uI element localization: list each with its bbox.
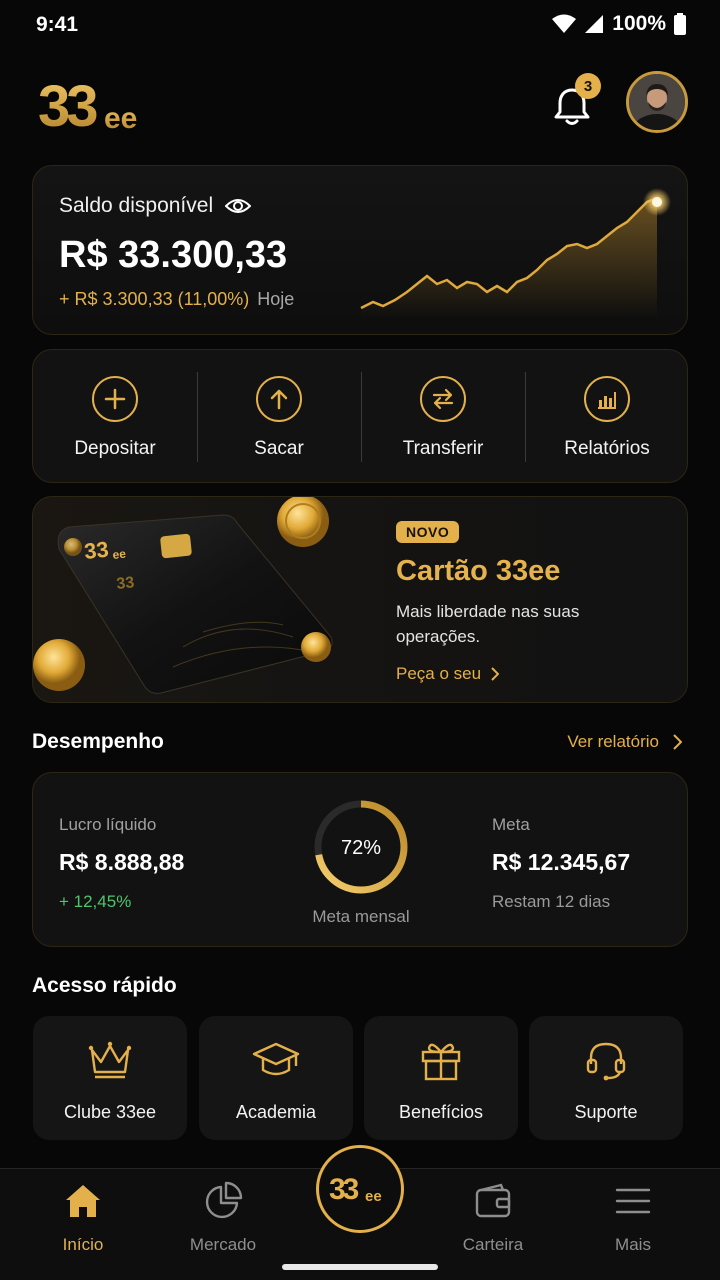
- see-report-link[interactable]: Ver relatório: [567, 732, 682, 752]
- goal-caption: Meta mensal: [312, 907, 410, 926]
- promo-title: Cartão 33ee: [396, 555, 561, 587]
- center-logo: 33 ee: [329, 1173, 382, 1206]
- svg-text:ee: ee: [365, 1188, 382, 1205]
- home-indicator: [282, 1264, 438, 1270]
- pie-chart-icon: [205, 1181, 243, 1219]
- profile-avatar[interactable]: [626, 71, 688, 133]
- battery-percent: 100%: [612, 12, 666, 35]
- battery-icon: [674, 13, 686, 35]
- order-card-link[interactable]: Peça o seu: [396, 664, 500, 684]
- benefits-button[interactable]: Benefícios: [364, 1016, 518, 1140]
- balance-label: Saldo disponível: [59, 194, 214, 217]
- svg-text:33: 33: [329, 1173, 359, 1206]
- crown-icon: [88, 1041, 132, 1079]
- club-33ee-label: Clube 33ee: [63, 1102, 157, 1122]
- new-badge: NOVO: [396, 521, 460, 543]
- nav-more[interactable]: Mais: [578, 1181, 688, 1255]
- status-bar: 9:41 100%: [0, 0, 720, 52]
- balance-change: + R$ 3.300,33 (11,00%): [59, 289, 250, 309]
- wifi-icon: [552, 14, 577, 33]
- nav-home-label: Início: [62, 1235, 104, 1254]
- net-profit-value: R$ 8.888,88: [59, 849, 185, 875]
- nav-home[interactable]: Início: [28, 1181, 138, 1255]
- net-profit-label: Lucro líquido: [59, 815, 157, 834]
- svg-text:33: 33: [116, 574, 136, 593]
- quick-actions-card: Depositar Sacar Transferir Relatórios: [32, 349, 688, 483]
- menu-icon: [615, 1188, 651, 1214]
- gift-icon: [421, 1043, 461, 1081]
- transfer-icon: [420, 376, 466, 422]
- nav-wallet-label: Carteira: [462, 1235, 524, 1254]
- chevron-right-icon: [491, 667, 500, 681]
- target-label: Meta: [492, 815, 530, 834]
- graduation-cap-icon: [252, 1042, 300, 1076]
- nav-wallet[interactable]: Carteira: [438, 1181, 548, 1255]
- reports-label: Relatórios: [564, 438, 650, 459]
- reports-button[interactable]: Relatórios: [525, 350, 689, 484]
- balance-sparkline-chart: [360, 188, 671, 318]
- quick-access-section-title: Acesso rápido: [32, 974, 177, 997]
- club-33ee-button[interactable]: Clube 33ee: [33, 1016, 187, 1140]
- remaining-days: Restam 12 dias: [492, 892, 611, 911]
- promo-description: Mais liberdade nas suas operações.: [396, 602, 580, 646]
- support-button[interactable]: Suporte: [529, 1016, 683, 1140]
- balance-period: Hoje: [257, 289, 295, 309]
- academy-label: Academia: [235, 1102, 317, 1122]
- eye-icon[interactable]: [225, 197, 252, 215]
- benefits-label: Benefícios: [398, 1102, 484, 1122]
- brand-logo: 33 ee: [38, 78, 137, 134]
- credit-card-illustration: 33 ee 33: [33, 497, 333, 694]
- net-profit-change: + 12,45%: [59, 892, 132, 911]
- headset-icon: [586, 1042, 626, 1081]
- notification-count-badge: 3: [575, 73, 601, 99]
- goal-percent: 72%: [341, 837, 381, 859]
- performance-card: Lucro líquido R$ 8.888,88 + 12,45% 72% M…: [32, 772, 688, 947]
- status-time: 9:41: [36, 13, 79, 36]
- nav-market-label: Mercado: [189, 1235, 257, 1254]
- nav-market[interactable]: Mercado: [168, 1181, 278, 1255]
- see-report-label: Ver relatório: [567, 732, 659, 751]
- plus-circle-icon: [92, 376, 138, 422]
- target-value: R$ 12.345,67: [492, 849, 631, 875]
- home-icon: [66, 1185, 100, 1217]
- svg-text:33: 33: [38, 78, 97, 134]
- signal-icon: [585, 15, 604, 33]
- balance-value: R$ 33.300,33: [59, 234, 288, 276]
- academy-button[interactable]: Academia: [199, 1016, 353, 1140]
- performance-section-title: Desempenho: [32, 730, 164, 753]
- arrow-up-circle-icon: [256, 376, 302, 422]
- svg-text:33: 33: [83, 537, 110, 564]
- deposit-button[interactable]: Depositar: [33, 350, 197, 484]
- card-promo-banner[interactable]: 33 ee 33 NOVO Cartão 33ee Mais liberdade…: [32, 496, 688, 703]
- transfer-label: Transferir: [402, 438, 484, 459]
- nav-more-label: Mais: [615, 1235, 651, 1254]
- order-card-label: Peça o seu: [396, 664, 482, 683]
- goal-progress-ring: 72%: [314, 800, 408, 894]
- balance-card[interactable]: Saldo disponível R$ 33.300,33 + R$ 3.300…: [32, 165, 688, 335]
- transfer-button[interactable]: Transferir: [361, 350, 525, 484]
- wallet-icon: [475, 1183, 511, 1218]
- chevron-right-icon: [673, 734, 682, 750]
- avatar-image: [629, 74, 685, 130]
- support-label: Suporte: [574, 1102, 638, 1122]
- svg-text:ee: ee: [104, 102, 137, 134]
- withdraw-label: Sacar: [254, 438, 304, 459]
- center-home-button[interactable]: 33 ee: [316, 1145, 404, 1233]
- deposit-label: Depositar: [74, 438, 156, 459]
- withdraw-button[interactable]: Sacar: [197, 350, 361, 484]
- svg-text:ee: ee: [112, 547, 127, 562]
- bar-chart-icon: [584, 376, 630, 422]
